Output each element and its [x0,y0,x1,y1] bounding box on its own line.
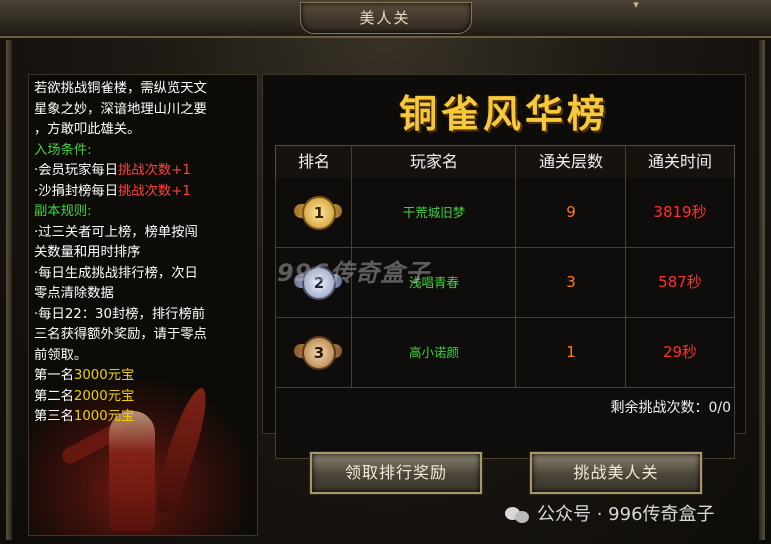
entry-condition-bonus: 挑战次数+1 [118,183,191,199]
entry-condition-text: ·沙捐封榜每日 [34,183,119,199]
info-panel: 若欲挑战铜雀楼，需纵览天文 星象之妙，深谙地理山川之要 ，方敢叩此雄关。 入场条… [28,74,258,536]
entry-condition-1: ·会员玩家每日挑战次数+1 [34,161,254,182]
reward-label: 第二名 [34,388,74,404]
rule-line: 前领取。 [34,347,88,363]
intro-line: ，方敢叩此雄关。 [34,122,141,137]
ranking-headline: 铜雀风华榜 [398,92,609,136]
entry-condition-2: ·沙捐封榜每日挑战次数+1 [34,182,254,203]
col-layers: 通关层数 [538,152,603,171]
intro-line: 星象之妙，深谙地理山川之要 [34,101,207,117]
col-player: 玩家名 [409,152,458,171]
entry-condition-text: ·会员玩家每日 [34,163,119,178]
col-rank: 排名 [297,152,330,171]
challenge-button[interactable]: 挑战美人关 [530,452,702,494]
rules-heading: 副本规则: [34,204,92,219]
reward-second: 第二名2000元宝 [34,387,254,408]
beauty-figure-art [109,411,155,531]
rule-line: ·过三关者可上榜，榜单按闯 [34,224,198,240]
rule-line: 关数量和用时排序 [34,245,141,260]
entry-condition-bonus: 挑战次数+1 [118,163,191,178]
layers-value: 9 [566,203,576,221]
col-divider [625,145,626,389]
col-divider [515,145,516,389]
reward-third: 第三名1000元宝 [34,407,254,428]
remaining-attempts: 剩余挑战次数：0/0 [610,400,731,416]
rule-line: 零点清除数据 [34,286,114,301]
intro-line: 若欲挑战铜雀楼，需纵览天文 [34,81,207,96]
frame-border-right [759,40,765,540]
reward-value: 3000元宝 [73,368,135,383]
table-row: 3 高小诺颜 1 29秒 [275,318,735,388]
close-icon[interactable]: ▾ [626,0,646,12]
time-value: 587秒 [658,273,702,291]
bronze-medal-icon: 3 [294,332,342,372]
table-header: 排名 玩家名 通关层数 通关时间 [275,145,735,179]
time-value: 3819秒 [653,203,707,221]
layers-value: 3 [566,273,576,291]
reward-first: 第一名3000元宝 [34,366,254,387]
reward-label: 第三名 [34,409,74,424]
footer-watermark-text: 公众号 · 996传奇盒子 [537,504,715,525]
rule-line: 三名获得额外奖励，请于零点 [34,327,207,342]
player-name: 干荒城旧梦 [402,205,466,220]
rule-line: ·每日生成挑战排行榜，次日 [34,265,198,281]
ranking-panel: 铜雀风华榜 排名 玩家名 通关层数 通关时间 1 干荒城旧梦 9 3819秒 2 [262,74,746,459]
player-name: 高小诺颜 [408,345,459,360]
wechat-icon [505,505,531,523]
reward-value: 2000元宝 [73,388,135,404]
game-window: ▾ 美人关 若欲挑战铜雀楼，需纵览天文 星象之妙，深谙地理山川之要 ，方敢叩此雄… [0,0,771,544]
footer-watermark: 公众号 · 996传奇盒子 [505,500,715,526]
watermark-text: 996传奇盒子 [277,259,431,287]
rule-line: ·每日22：30封榜，排行榜前 [34,306,206,322]
layers-value: 1 [566,343,576,361]
rank-cell: 1 [276,178,352,247]
info-text: 若欲挑战铜雀楼，需纵览天文 星象之妙，深谙地理山川之要 ，方敢叩此雄关。 入场条… [34,79,254,428]
time-value: 29秒 [662,343,698,361]
frame-border-left [6,40,12,540]
col-time: 通关时间 [647,152,712,171]
gold-medal-icon: 1 [294,192,342,232]
table-row: 1 干荒城旧梦 9 3819秒 [275,178,735,248]
entry-heading: 入场条件: [34,142,92,158]
reward-label: 第一名 [34,368,74,383]
title-bar: ▾ 美人关 [0,0,771,38]
window-title: 美人关 [359,9,411,27]
reward-value: 1000元宝 [73,409,135,424]
rank-cell: 3 [276,318,352,387]
claim-reward-button[interactable]: 领取排行奖励 [310,452,482,494]
